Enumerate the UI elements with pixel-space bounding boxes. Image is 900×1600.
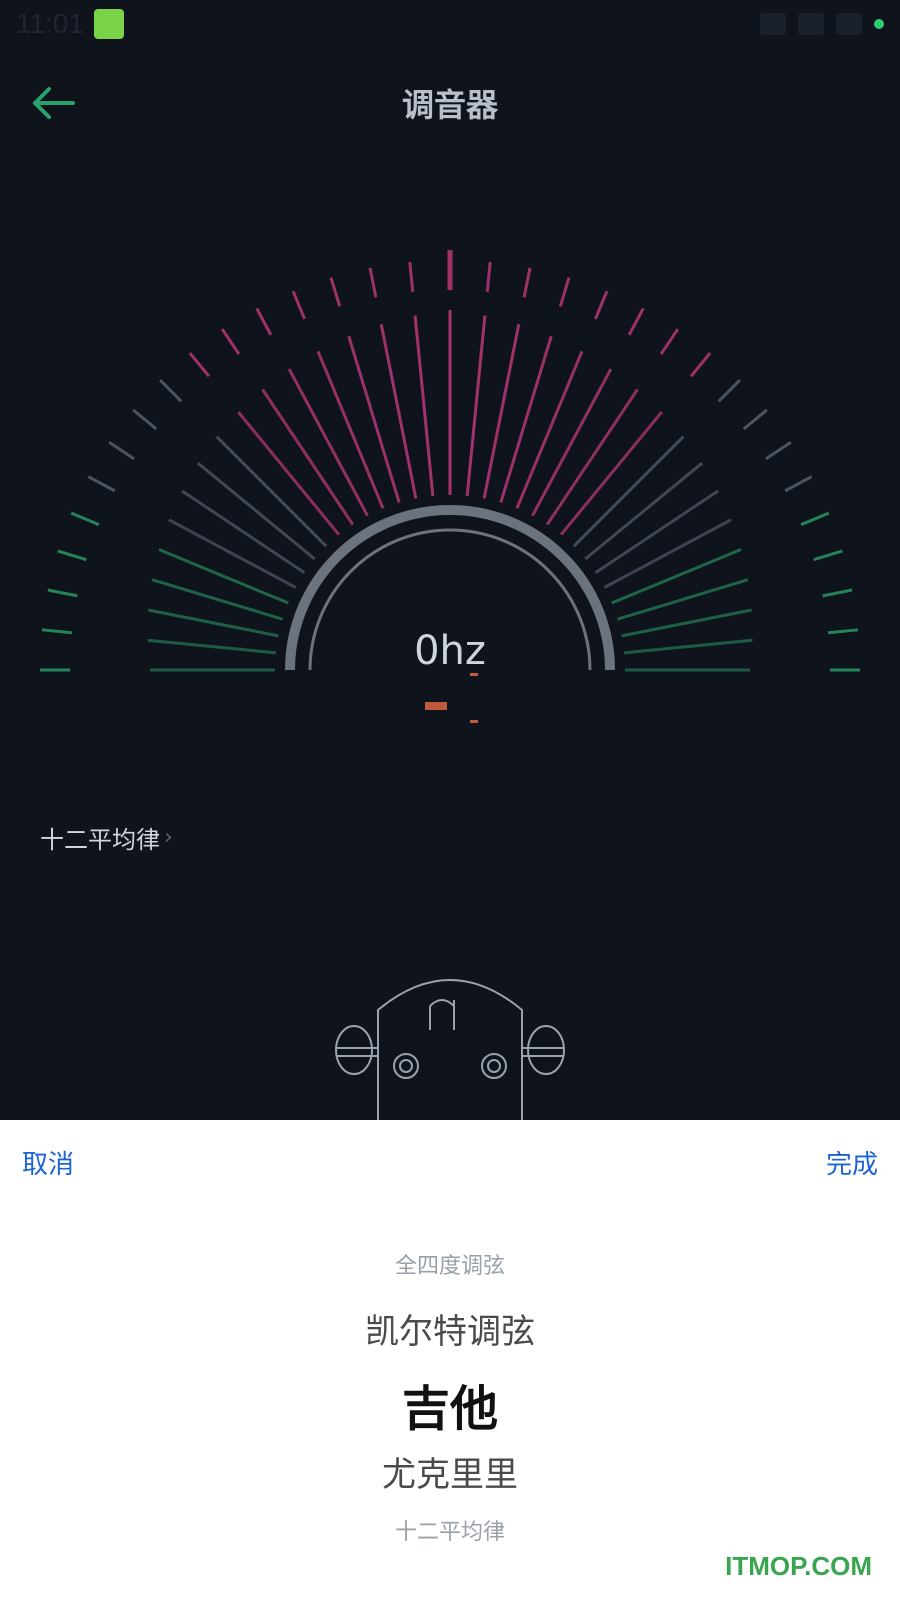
- cellular-icon: [798, 13, 824, 35]
- meter-tick: [813, 549, 843, 562]
- pitch-marker: [425, 702, 447, 710]
- meter-tick: [627, 307, 645, 336]
- tuner-meter: [40, 250, 860, 672]
- meter-tick: [408, 261, 415, 292]
- meter-tick: [255, 307, 273, 336]
- meter-tick: [689, 352, 712, 378]
- cancel-button[interactable]: 取消: [22, 1144, 74, 1181]
- meter-ray: [158, 548, 289, 605]
- watermark: ITMOP.COM: [725, 1551, 872, 1581]
- frequency-readout: 0hz: [414, 628, 486, 674]
- meter-ray: [413, 315, 435, 496]
- meter-tick: [659, 328, 680, 355]
- temperament-selector[interactable]: 十二平均律 ›: [40, 820, 173, 855]
- meter-tick: [742, 408, 768, 431]
- meter-ray: [465, 315, 487, 496]
- picker-option[interactable]: 全四度调弦: [0, 1248, 900, 1280]
- meter-ray: [379, 323, 418, 499]
- meter-tick: [57, 549, 87, 562]
- tuning-picker[interactable]: 全四度调弦 凯尔特调弦 吉他 尤克里里 十二平均律: [0, 1220, 900, 1546]
- top-bar: 调音器: [0, 62, 900, 142]
- meter-tick: [822, 588, 853, 598]
- meter-tick: [765, 440, 792, 461]
- picker-option[interactable]: 十二平均律: [0, 1514, 900, 1546]
- meter-tick: [594, 290, 609, 320]
- meter-tick: [291, 290, 306, 320]
- meter-tick: [717, 379, 741, 403]
- temperament-label: 十二平均律: [40, 826, 160, 854]
- picker-option-selected[interactable]: 吉他: [0, 1369, 900, 1439]
- chevron-right-icon: ›: [164, 825, 173, 850]
- wifi-icon: [760, 13, 786, 35]
- meter-tick: [159, 379, 183, 403]
- done-button[interactable]: 完成: [826, 1144, 878, 1181]
- battery-icon: [836, 13, 862, 35]
- meter-tick: [485, 261, 492, 292]
- meter-tick: [188, 352, 211, 378]
- status-dot-icon: [874, 19, 884, 29]
- picker-option[interactable]: 尤克里里: [0, 1447, 900, 1496]
- status-icons: [760, 13, 884, 35]
- page-title: 调音器: [401, 86, 498, 124]
- tuning-picker-sheet: 取消 完成 全四度调弦 凯尔特调弦 吉他 尤克里里 十二平均律 ITMOP.CO…: [0, 1120, 900, 1600]
- meter-tick: [220, 328, 241, 355]
- meter-tick: [329, 277, 342, 307]
- meter-tick: [132, 408, 158, 431]
- app-badge-icon: [94, 9, 124, 39]
- meter-tick: [522, 267, 532, 298]
- pitch-marker-top: [470, 673, 478, 676]
- picker-option[interactable]: 凯尔特调弦: [0, 1304, 900, 1353]
- meter-tick: [87, 475, 116, 493]
- status-time: 11:01: [16, 8, 84, 39]
- meter-tick: [108, 440, 135, 461]
- meter-ray: [482, 323, 521, 499]
- meter-tick: [368, 267, 378, 298]
- meter-ray: [347, 335, 401, 503]
- meter-tick: [558, 277, 571, 307]
- meter-tick: [47, 588, 78, 598]
- meter-tick: [784, 475, 813, 493]
- meter-tick: [70, 511, 100, 526]
- guitar-headstock-illustration: [335, 979, 565, 1120]
- meter-tick: [800, 511, 830, 526]
- pitch-marker-bottom: [470, 720, 478, 723]
- status-bar: 11:01: [0, 0, 900, 48]
- meter-ray: [611, 548, 742, 605]
- meter-ray: [499, 335, 553, 503]
